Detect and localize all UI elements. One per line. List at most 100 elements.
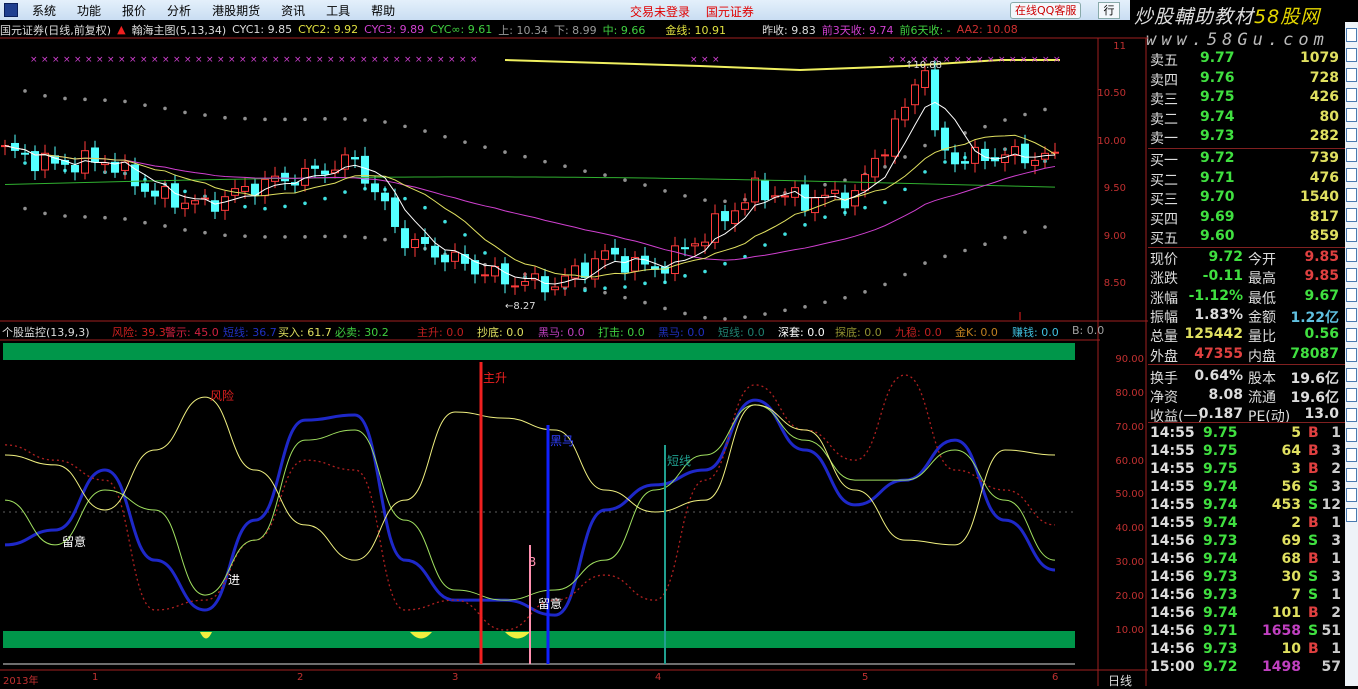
tick-side: B: [1308, 641, 1319, 657]
toolbar-icon[interactable]: [1346, 388, 1357, 402]
toolbar-icon[interactable]: [1346, 308, 1357, 322]
toolbar-icon[interactable]: [1346, 228, 1357, 242]
toolbar-icon[interactable]: [1346, 168, 1357, 182]
upper-band-dot: [403, 124, 407, 129]
upper-band-dot: [1023, 112, 1027, 117]
ask-row[interactable]: 卖五 9.77 1079: [1148, 50, 1343, 69]
candle-body: [571, 265, 579, 279]
candle-body: [541, 276, 549, 293]
toolbar-icon[interactable]: [1346, 188, 1357, 202]
stat-row[interactable]: 总量 125442 量比 0.56: [1148, 326, 1343, 345]
support-dot: [263, 206, 267, 211]
toolbar-icon[interactable]: [1346, 128, 1357, 142]
support-dot: [243, 204, 247, 209]
bid-row[interactable]: 买四 9.69 817: [1148, 209, 1343, 228]
toolbar-icon[interactable]: [1346, 508, 1357, 522]
bid-row[interactable]: 买二 9.71 476: [1148, 170, 1343, 189]
period-label[interactable]: 日线: [1108, 672, 1132, 689]
toolbar-icon[interactable]: [1346, 148, 1357, 162]
stat-row[interactable]: 换手 0.64% 股本 19.6亿: [1148, 368, 1343, 387]
candle: [151, 182, 159, 205]
stat-row[interactable]: 涨跌 -0.11 最高 9.85: [1148, 268, 1343, 287]
ask-row[interactable]: 卖三 9.75 426: [1148, 89, 1343, 108]
tick-row[interactable]: 14:56 9.74 101 B 2: [1148, 605, 1343, 624]
toolbar-icon[interactable]: [1346, 68, 1357, 82]
ask-row[interactable]: 卖一 9.73 282: [1148, 128, 1343, 147]
lower-band-dot: [643, 300, 647, 305]
x-marker: ×: [1042, 55, 1050, 65]
x-axis-label: 1: [92, 672, 99, 683]
toolbar-icon[interactable]: [1346, 208, 1357, 222]
chart-canvas[interactable]: × × × × × × × × × × × × × × × × × × × × × × × × × × × × × × × × × × × × × × × ×…: [0, 0, 1148, 686]
indicator-title[interactable]: 个股监控(13,9,3): [2, 324, 90, 340]
toolbar-icon[interactable]: [1346, 108, 1357, 122]
tick-row[interactable]: 14:56 9.73 69 S 3: [1148, 533, 1343, 552]
upper-band-dot: [1043, 107, 1047, 112]
bid-row[interactable]: 买三 9.70 1540: [1148, 189, 1343, 208]
indicator-axis-label: 30.00: [1115, 557, 1144, 568]
tick-count: 2: [1331, 461, 1341, 477]
tick-side: B: [1308, 605, 1319, 621]
support-dot: [683, 274, 687, 278]
tick-row[interactable]: 14:55 9.75 3 B 2: [1148, 461, 1343, 480]
toolbar-icon[interactable]: [1346, 268, 1357, 282]
toolbar-icon[interactable]: [1346, 328, 1357, 342]
bid-row[interactable]: 买一 9.72 739: [1148, 150, 1343, 169]
tick-volume: 1658: [1262, 623, 1301, 639]
toolbar-icon[interactable]: [1346, 408, 1357, 422]
stat-row[interactable]: 振幅 1.83% 金额 1.22亿: [1148, 307, 1343, 326]
toolbar-icon[interactable]: [1346, 28, 1357, 42]
stat-row[interactable]: 外盘 47355 内盘 78087: [1148, 346, 1343, 365]
tick-price: 9.71: [1203, 623, 1238, 639]
candle-body: [941, 127, 949, 151]
toolbar-icon[interactable]: [1346, 288, 1357, 302]
tick-row[interactable]: 14:55 9.74 56 S 3: [1148, 479, 1343, 498]
stat-row[interactable]: 现价 9.72 今开 9.85: [1148, 249, 1343, 268]
stat-label: 涨跌: [1150, 271, 1178, 288]
upper-band-dot: [663, 189, 667, 193]
tick-row[interactable]: 14:55 9.74 453 S 12: [1148, 497, 1343, 516]
tick-row[interactable]: 14:55 9.74 2 B 1: [1148, 515, 1343, 534]
tick-row[interactable]: 14:56 9.74 68 B 1: [1148, 551, 1343, 570]
toolbar-icon[interactable]: [1346, 348, 1357, 362]
tick-count: 1: [1331, 551, 1341, 567]
ask-row[interactable]: 卖四 9.76 728: [1148, 70, 1343, 89]
stat-label: 最高: [1248, 271, 1276, 288]
tick-row[interactable]: 15:00 9.72 1498 57: [1148, 659, 1343, 678]
ask-label: 卖一: [1150, 131, 1178, 147]
separator: [1148, 148, 1345, 149]
toolbar-icon[interactable]: [1346, 468, 1357, 482]
toolbar-icon[interactable]: [1346, 48, 1357, 62]
toolbar-icon[interactable]: [1346, 488, 1357, 502]
tick-row[interactable]: 14:56 9.73 10 B 1: [1148, 641, 1343, 660]
toolbar-icon[interactable]: [1346, 88, 1357, 102]
candle-body: [261, 178, 269, 197]
tick-row[interactable]: 14:56 9.73 7 S 1: [1148, 587, 1343, 606]
toolbar-icon[interactable]: [1346, 368, 1357, 382]
stat-row[interactable]: 涨幅 -1.12% 最低 9.67: [1148, 288, 1343, 307]
toolbar-icon[interactable]: [1346, 428, 1357, 442]
upper-band-dot: [1003, 118, 1007, 122]
x-marker: ×: [701, 55, 709, 65]
candle: [811, 189, 819, 222]
tick-row[interactable]: 14:55 9.75 5 B 1: [1148, 425, 1343, 444]
ask-row[interactable]: 卖二 9.74 80: [1148, 109, 1343, 128]
candle: [21, 144, 29, 161]
candle-body: [681, 247, 689, 250]
tick-row[interactable]: 14:56 9.71 1658 S 51: [1148, 623, 1343, 642]
toolbar-icon[interactable]: [1346, 448, 1357, 462]
stat-label: PE(动): [1248, 409, 1291, 426]
tick-row[interactable]: 14:56 9.73 30 S 3: [1148, 569, 1343, 588]
stat-value: -0.11: [1202, 268, 1243, 285]
x-marker: ×: [283, 55, 291, 65]
bid-row[interactable]: 买五 9.60 859: [1148, 228, 1343, 247]
candle-body: [21, 152, 29, 155]
stat-row[interactable]: 净资 8.08 流通 19.6亿: [1148, 387, 1343, 406]
tick-row[interactable]: 14:55 9.75 64 B 3: [1148, 443, 1343, 462]
toolbar-icon[interactable]: [1346, 248, 1357, 262]
x-marker: ×: [305, 55, 313, 65]
indicator-value: 深套: 0.0: [778, 326, 825, 339]
candle: [41, 144, 49, 179]
x-marker: ×: [41, 55, 49, 65]
candle-body: [511, 285, 519, 288]
